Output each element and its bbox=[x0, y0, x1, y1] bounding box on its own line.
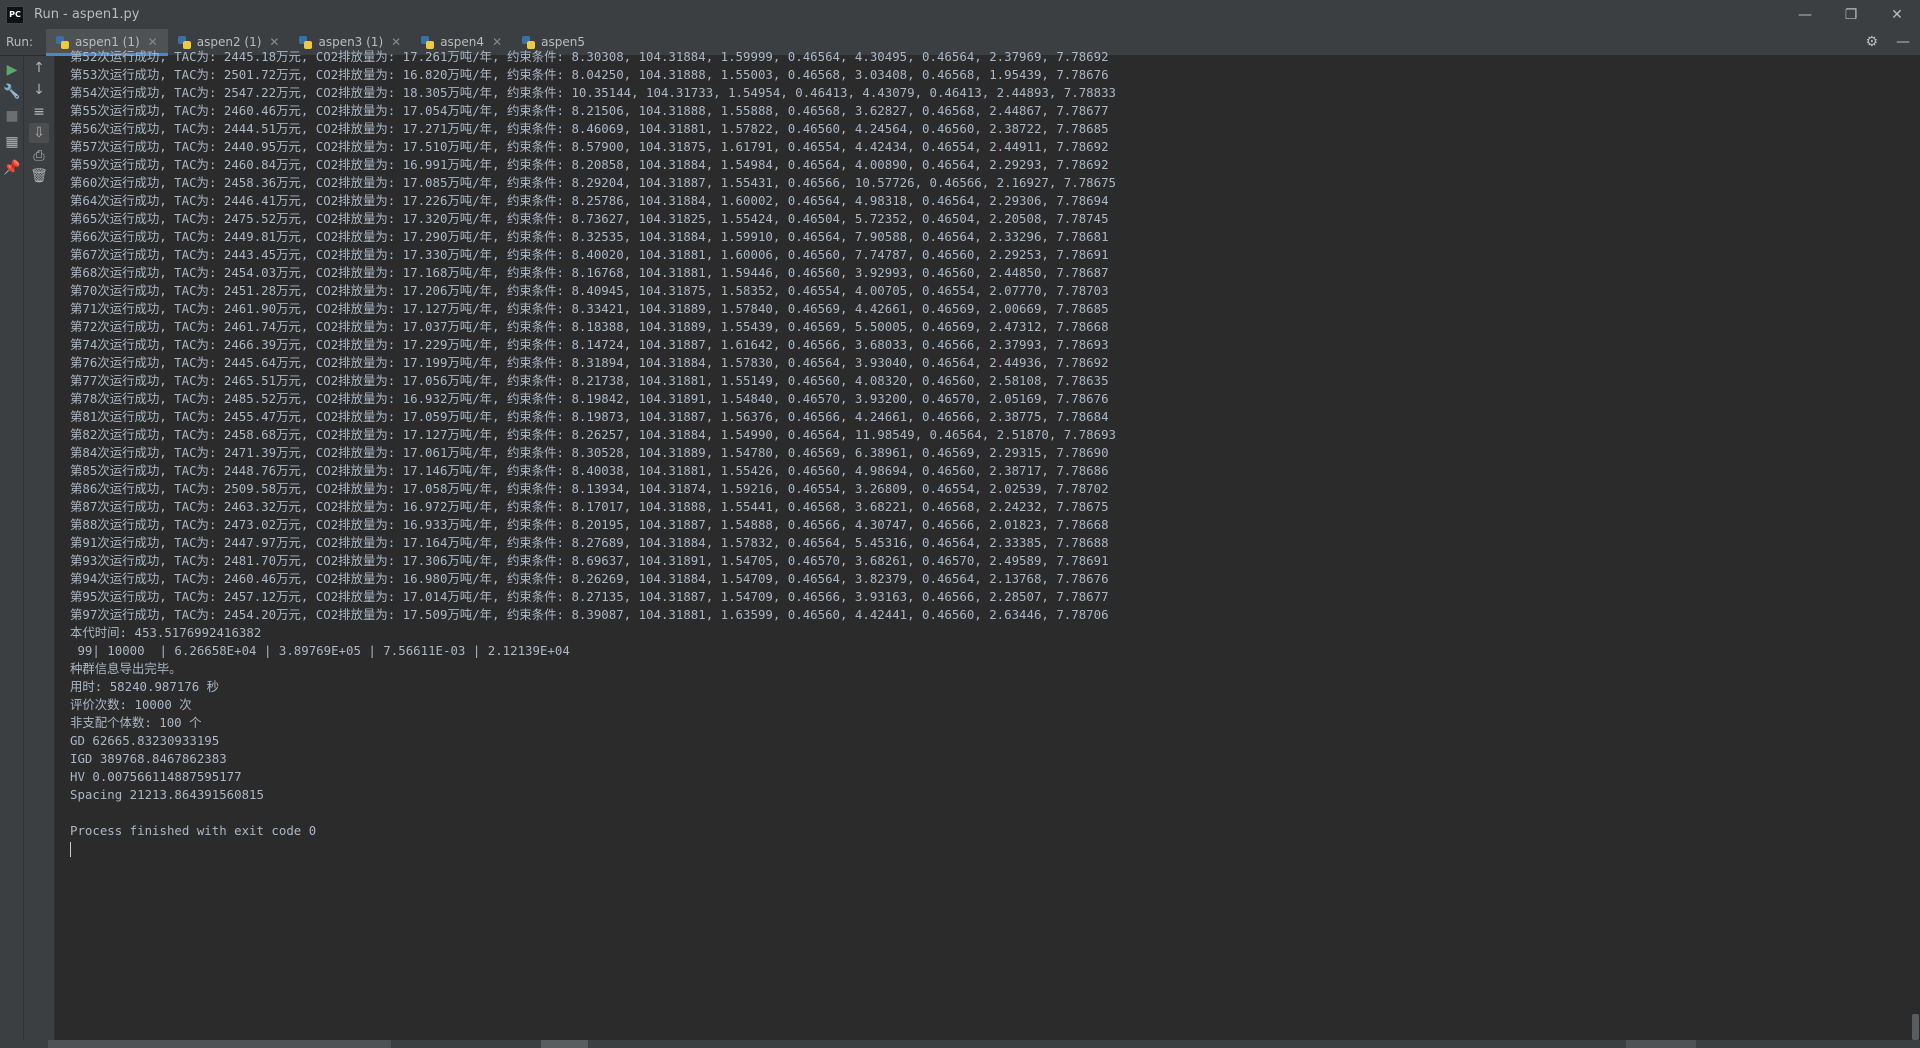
tab-label: aspen5 bbox=[541, 35, 585, 49]
console-line: 第97次运行成功, TAC为: 2454.20万元, CO2排放量为: 17.5… bbox=[70, 607, 1109, 622]
console-line: 第57次运行成功, TAC为: 2440.95万元, CO2排放量为: 17.5… bbox=[70, 139, 1109, 154]
console-line: 第77次运行成功, TAC为: 2465.51万元, CO2排放量为: 17.0… bbox=[70, 373, 1109, 388]
console-line: 非支配个体数: 100 个 bbox=[70, 715, 202, 730]
tab-close-icon[interactable]: ✕ bbox=[492, 35, 502, 49]
window-controls: — ❐ ✕ bbox=[1782, 0, 1920, 29]
stop-icon[interactable]: ■ bbox=[2, 106, 22, 126]
close-button[interactable]: ✕ bbox=[1874, 0, 1920, 29]
console-line: 第81次运行成功, TAC为: 2455.47万元, CO2排放量为: 17.0… bbox=[70, 409, 1109, 424]
console-line: 第59次运行成功, TAC为: 2460.84万元, CO2排放量为: 16.9… bbox=[70, 157, 1109, 172]
console-line: HV 0.007566114887595177 bbox=[70, 769, 242, 784]
tab-label: aspen3 (1) bbox=[318, 35, 384, 49]
console-line: 第88次运行成功, TAC为: 2473.02万元, CO2排放量为: 16.9… bbox=[70, 517, 1109, 532]
console-line: 第85次运行成功, TAC为: 2448.76万元, CO2排放量为: 17.1… bbox=[70, 463, 1109, 478]
trash-icon[interactable]: 🗑 bbox=[29, 166, 49, 186]
console-line: 第87次运行成功, TAC为: 2463.32万元, CO2排放量为: 16.9… bbox=[70, 499, 1109, 514]
console-line: 第86次运行成功, TAC为: 2509.58万元, CO2排放量为: 17.0… bbox=[70, 481, 1109, 496]
console-line: IGD 389768.8467862383 bbox=[70, 751, 227, 766]
tab-label: aspen4 bbox=[440, 35, 485, 49]
horizontal-scroll-marker bbox=[541, 1040, 588, 1048]
console-line: 第53次运行成功, TAC为: 2501.72万元, CO2排放量为: 16.8… bbox=[70, 67, 1109, 82]
console-line: 用时: 58240.987176 秒 bbox=[70, 679, 220, 694]
window-titlebar: PC Run - aspen1.py — ❐ ✕ bbox=[0, 0, 1920, 30]
console-line: 评价次数: 10000 次 bbox=[70, 697, 192, 712]
scroll-to-end-icon[interactable]: ⇩ bbox=[29, 123, 49, 143]
tab-close-icon[interactable]: ✕ bbox=[269, 35, 279, 49]
console-line: 第93次运行成功, TAC为: 2481.70万元, CO2排放量为: 17.3… bbox=[70, 553, 1109, 568]
console-line: GD 62665.83230933195 bbox=[70, 733, 220, 748]
run-toolbar-secondary: ↑ ↓ ≡ ⇩ ⎙ 🗑 bbox=[24, 56, 55, 1040]
text-cursor bbox=[70, 842, 71, 857]
console-line: 种群信息导出完毕。 bbox=[70, 661, 182, 676]
console-line: 第68次运行成功, TAC为: 2454.03万元, CO2排放量为: 17.1… bbox=[70, 265, 1109, 280]
console-line: 第76次运行成功, TAC为: 2445.64万元, CO2排放量为: 17.1… bbox=[70, 355, 1109, 370]
console-line: 第56次运行成功, TAC为: 2444.51万元, CO2排放量为: 17.2… bbox=[70, 121, 1109, 136]
horizontal-scroll-marker bbox=[1626, 1040, 1696, 1048]
layout-icon[interactable]: ▦ bbox=[2, 132, 22, 152]
pycharm-logo-icon: PC bbox=[6, 5, 24, 24]
vertical-scrollbar[interactable] bbox=[1910, 56, 1920, 1040]
run-toolbar-primary: ▶ 🔧 ■ ▦ 📌 bbox=[0, 56, 24, 1040]
console-line: 本代时间: 453.5176992416382 bbox=[70, 625, 262, 640]
console-line: 第66次运行成功, TAC为: 2449.81万元, CO2排放量为: 17.2… bbox=[70, 229, 1109, 244]
tab-label: aspen1 (1) bbox=[75, 35, 140, 49]
console-line: 第55次运行成功, TAC为: 2460.46万元, CO2排放量为: 17.0… bbox=[70, 103, 1109, 118]
python-file-icon bbox=[56, 35, 69, 49]
console-line: 第70次运行成功, TAC为: 2451.28万元, CO2排放量为: 17.2… bbox=[70, 283, 1109, 298]
console-line: 第54次运行成功, TAC为: 2547.22万元, CO2排放量为: 18.3… bbox=[70, 85, 1117, 100]
down-arrow-icon[interactable]: ↓ bbox=[29, 80, 49, 100]
console-line: 第52次运行成功, TAC为: 2445.18万元, CO2排放量为: 17.2… bbox=[70, 49, 1109, 64]
console-line: 第64次运行成功, TAC为: 2446.41万元, CO2排放量为: 17.2… bbox=[70, 193, 1109, 208]
console-line: Process finished with exit code 0 bbox=[70, 823, 317, 838]
run-label: Run: bbox=[6, 35, 34, 49]
python-file-icon bbox=[421, 35, 435, 49]
wrench-icon[interactable]: 🔧 bbox=[2, 82, 22, 102]
console-line: 99| 10000 | 6.26658E+04 | 3.89769E+05 | … bbox=[70, 643, 570, 658]
run-icon[interactable]: ▶ bbox=[2, 60, 22, 80]
console-line: 第94次运行成功, TAC为: 2460.46万元, CO2排放量为: 16.9… bbox=[70, 571, 1109, 586]
console-line: Spacing 21213.864391560815 bbox=[70, 787, 264, 802]
console-line: 第74次运行成功, TAC为: 2466.39万元, CO2排放量为: 17.2… bbox=[70, 337, 1109, 352]
python-file-icon bbox=[177, 35, 191, 49]
console-line: 第65次运行成功, TAC为: 2475.52万元, CO2排放量为: 17.3… bbox=[70, 211, 1109, 226]
horizontal-scroll-thumb[interactable] bbox=[48, 1040, 391, 1048]
tab-close-icon[interactable]: ✕ bbox=[391, 35, 401, 49]
minimize-button[interactable]: — bbox=[1782, 0, 1828, 29]
soft-wrap-icon[interactable]: ≡ bbox=[29, 102, 49, 122]
python-file-icon bbox=[299, 35, 313, 49]
console-line: 第78次运行成功, TAC为: 2485.52万元, CO2排放量为: 16.9… bbox=[70, 391, 1109, 406]
console-line: 第72次运行成功, TAC为: 2461.74万元, CO2排放量为: 17.0… bbox=[70, 319, 1109, 334]
maximize-button[interactable]: ❐ bbox=[1828, 0, 1874, 29]
console-output[interactable]: 第52次运行成功, TAC为: 2445.18万元, CO2排放量为: 17.2… bbox=[55, 48, 1910, 1040]
console-line: 第60次运行成功, TAC为: 2458.36万元, CO2排放量为: 17.0… bbox=[70, 175, 1117, 190]
up-arrow-icon[interactable]: ↑ bbox=[29, 58, 49, 78]
console-cursor-line bbox=[55, 840, 1910, 858]
window-title: Run - aspen1.py bbox=[34, 7, 140, 22]
console-line: 第84次运行成功, TAC为: 2471.39万元, CO2排放量为: 17.0… bbox=[70, 445, 1109, 460]
pin-icon[interactable]: 📌 bbox=[2, 158, 22, 178]
python-file-icon bbox=[522, 35, 536, 49]
console-line: 第91次运行成功, TAC为: 2447.97万元, CO2排放量为: 17.1… bbox=[70, 535, 1109, 550]
console-line: 第95次运行成功, TAC为: 2457.12万元, CO2排放量为: 17.0… bbox=[70, 589, 1109, 604]
tab-label: aspen2 (1) bbox=[196, 35, 262, 49]
tab-close-icon[interactable]: ✕ bbox=[148, 35, 158, 49]
console-line: 第67次运行成功, TAC为: 2443.45万元, CO2排放量为: 17.3… bbox=[70, 247, 1109, 262]
print-icon[interactable]: ⎙ bbox=[29, 146, 49, 166]
console-line: 第71次运行成功, TAC为: 2461.90万元, CO2排放量为: 17.1… bbox=[70, 301, 1109, 316]
vertical-scroll-thumb[interactable] bbox=[1912, 1014, 1919, 1040]
console-line: 第82次运行成功, TAC为: 2458.68万元, CO2排放量为: 17.1… bbox=[70, 427, 1117, 442]
